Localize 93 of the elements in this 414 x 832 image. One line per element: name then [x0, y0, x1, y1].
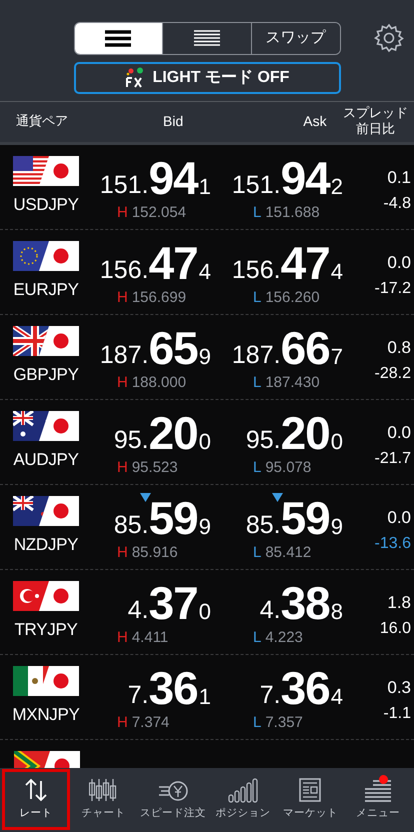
price[interactable]: 151.941	[100, 154, 211, 200]
low-label: L	[253, 714, 262, 730]
daily-change: -21.7	[374, 450, 411, 466]
price[interactable]: 7.361	[128, 664, 211, 710]
low-value: 95.078	[265, 460, 312, 474]
tab-bar-item[interactable]: レート	[2, 769, 70, 830]
low-value: 156.260	[265, 290, 320, 304]
low-value: 85.412	[265, 544, 312, 560]
spread-value: 0.0	[387, 254, 411, 270]
pair-name: AUDJPY	[13, 449, 79, 472]
low-label: L	[253, 374, 262, 390]
low-value: 4.223	[265, 630, 303, 644]
low-value: 151.688	[265, 204, 320, 220]
price[interactable]: 156.474	[100, 240, 211, 286]
pair-name: USDJPY	[13, 194, 79, 216]
high-value: 7.374	[132, 714, 170, 730]
bar-chart-icon	[228, 777, 258, 804]
high-value: 95.523	[132, 460, 178, 474]
thick-lines-icon	[105, 30, 132, 47]
wide-lines-tab[interactable]	[74, 23, 162, 54]
high-value: 152.054	[132, 204, 186, 220]
high-label: H	[117, 204, 128, 220]
daily-change: -17.2	[374, 280, 411, 296]
rate-row[interactable]: TRYJPY 4.370 H 4.411 4.388 L 4.223 1.8 16.0	[0, 570, 414, 655]
rate-row[interactable]: MXNJPY 7.361 H 7.374 7.364 L 7.357 0.3 -1.1	[0, 655, 414, 740]
high-label: H	[117, 374, 128, 390]
thin-lines-icon	[194, 30, 220, 47]
price[interactable]: 156.474	[232, 240, 343, 286]
daily-change: -28.2	[374, 366, 411, 382]
fx-logo-icon	[124, 67, 145, 89]
spread-value: 1.8	[387, 594, 411, 610]
daily-change: -1.1	[383, 706, 411, 722]
low-label: L	[253, 204, 262, 220]
high-label: H	[117, 544, 128, 560]
rate-row[interactable]: NZDJPY 85.599 H 85.916 85.599 L 85.412 0.0 -13.6	[0, 485, 414, 570]
swap-tab[interactable]: スワップ	[250, 23, 340, 54]
column-header: Ask	[303, 112, 327, 130]
daily-change: -13.6	[374, 536, 411, 552]
daily-change: 16.0	[380, 620, 411, 636]
price[interactable]: 187.659	[100, 324, 211, 370]
high-label: H	[117, 460, 128, 474]
column-header: 通貨ペア	[16, 112, 69, 130]
low-label: L	[253, 460, 262, 474]
tab-bar-item[interactable]: ポジション	[209, 769, 277, 830]
high-value: 85.916	[132, 544, 178, 560]
rate-row[interactable]: EURJPY 156.474 H 156.699 156.474 L 156.260 0.0 -17.2	[0, 230, 414, 315]
pair-name: MXNJPY	[12, 704, 80, 726]
pair-name: NZDJPY	[14, 534, 78, 556]
high-value: 4.411	[132, 630, 168, 644]
price[interactable]: 95.200	[246, 410, 343, 456]
low-label: L	[253, 290, 262, 304]
spread-value: 0.3	[387, 678, 411, 696]
spread-value: 0.0	[387, 508, 411, 526]
daily-change: -4.8	[383, 196, 411, 212]
low-value: 187.430	[265, 374, 320, 390]
pair-name: GBPJPY	[13, 364, 79, 386]
high-value: 156.699	[132, 290, 186, 304]
tab-bar-item[interactable]: マーケット	[276, 769, 344, 830]
price[interactable]: 187.667	[232, 324, 343, 370]
tab-bar-item[interactable]: チャート	[70, 769, 138, 830]
newspaper-icon	[298, 777, 324, 804]
high-value: 188.000	[132, 374, 186, 390]
column-header: スプレッド	[343, 105, 408, 121]
price[interactable]: 95.200	[114, 410, 211, 456]
menu-icon	[363, 777, 394, 804]
low-value: 7.357	[265, 714, 303, 730]
high-label: H	[117, 714, 128, 730]
spread-value: 0.8	[387, 338, 411, 356]
price[interactable]: 4.388	[260, 580, 343, 626]
low-label: L	[253, 544, 262, 560]
rate-row[interactable]: GBPJPY 187.659 H 188.000 187.667 L 187.430 0.8 -28.2	[0, 315, 414, 400]
spread-value: 0.0	[387, 424, 411, 440]
low-label: L	[253, 630, 262, 644]
price[interactable]: 4.370	[128, 580, 211, 626]
tab-bar-item[interactable]: スピード注文	[137, 769, 210, 830]
price[interactable]: 151.942	[232, 154, 343, 200]
pair-name: EURJPY	[13, 279, 79, 302]
candlestick-icon	[89, 777, 118, 804]
column-header: Bid	[163, 112, 184, 130]
price[interactable]: 85.599	[246, 494, 343, 540]
price[interactable]: 7.364	[260, 664, 343, 710]
spread-value: 0.1	[387, 168, 411, 186]
up-down-arrows-icon	[22, 777, 49, 804]
rate-row[interactable]: USDJPY 151.941 H 152.054 151.942 L 151.688 0.1 -4.8	[0, 145, 414, 230]
high-label: H	[117, 630, 128, 644]
high-label: H	[117, 290, 128, 304]
pair-name: TRYJPY	[14, 619, 78, 642]
column-header: 前日比	[356, 121, 395, 137]
settings-icon[interactable]	[374, 23, 404, 53]
rate-row[interactable]: AUDJPY 95.200 H 95.523 95.200 L 95.078 0.0 -21.7	[0, 400, 414, 485]
price[interactable]: 85.599	[114, 494, 211, 540]
tab-bar-item[interactable]: メニュー	[344, 769, 412, 830]
light-mode-button[interactable]: LIGHT モード OFF	[74, 62, 340, 94]
